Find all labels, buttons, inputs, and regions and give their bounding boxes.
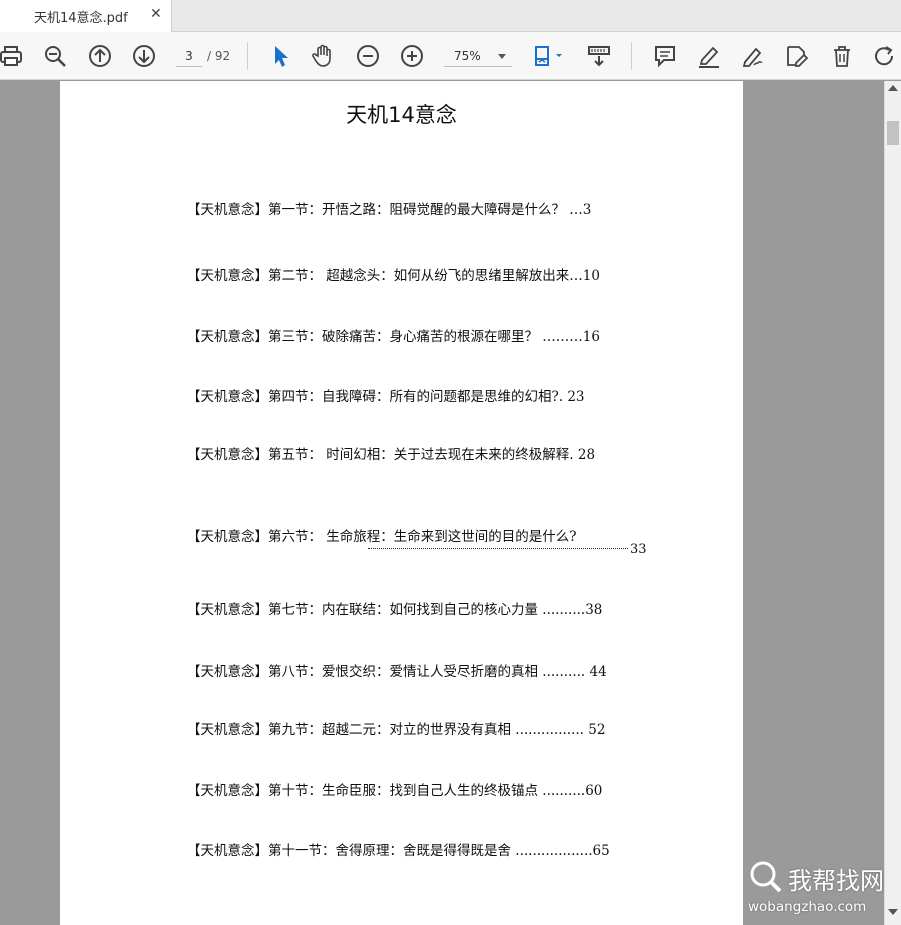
scroll-up-icon[interactable]	[888, 85, 898, 91]
fit-page-icon[interactable]	[530, 43, 566, 69]
toc-page-number: 33	[630, 542, 647, 557]
tab-title: 天机14意念.pdf	[34, 11, 128, 26]
toc-entry: 【天机意念】第六节： 生命旅程：生命来到这世间的目的是什么?	[187, 529, 577, 545]
toc-entry: 【天机意念】第九节：超越二元：对立的世界没有真相 ...............…	[187, 722, 606, 738]
toc-leader-dots	[368, 548, 628, 549]
vertical-scrollbar[interactable]	[884, 81, 901, 925]
watermark: 我帮找网 wobangzhao.com	[744, 855, 884, 925]
toc-entry: 【天机意念】第三节：破除痛苦：身心痛苦的根源在哪里？ ………16	[187, 329, 600, 345]
toc-entry: 【天机意念】第七节：内在联结：如何找到自己的核心力量 ..........38	[187, 602, 603, 618]
edit-icon[interactable]	[784, 43, 810, 69]
prev-page-icon[interactable]	[87, 43, 113, 69]
chevron-down-icon	[498, 54, 506, 59]
page-total: / 92	[207, 49, 231, 63]
rotate-icon[interactable]	[872, 43, 898, 69]
toolbar-divider	[631, 42, 632, 70]
zoom-value: 75%	[454, 49, 481, 63]
zoom-in-icon[interactable]	[399, 43, 425, 69]
toolbar: 3 / 92 75%	[0, 32, 901, 80]
toc-entry: 【天机意念】第一节：开悟之路：阻碍觉醒的最大障碍是什么？ …3	[187, 202, 592, 218]
zoom-select[interactable]: 75%	[444, 45, 512, 67]
select-cursor-icon[interactable]	[267, 43, 293, 69]
toc-entry: 【天机意念】第十节：生命臣服：找到自己人生的终极锚点 ..........60	[187, 783, 603, 799]
toc-entry: 【天机意念】第十一节：舍得原理：舍既是得得既是舍 ...............…	[187, 843, 610, 859]
toolbar-divider	[247, 42, 248, 70]
tab-bar: 天机14意念.pdf ✕	[0, 0, 901, 32]
zoom-out-search-icon[interactable]	[42, 43, 68, 69]
toc-entry: 【天机意念】第八节：爱恨交织：爱情让人受尽折磨的真相 .......... 44	[187, 664, 607, 680]
document-title: 天机14意念	[346, 103, 457, 127]
document-viewer[interactable]: 天机14意念 【天机意念】第一节：开悟之路：阻碍觉醒的最大障碍是什么？ …3 【…	[0, 81, 884, 925]
highlight-icon[interactable]	[696, 43, 722, 69]
watermark-url: wobangzhao.com	[748, 899, 867, 915]
print-icon[interactable]	[0, 43, 24, 69]
document-tab[interactable]: 天机14意念.pdf ✕	[0, 0, 172, 32]
zoom-out-icon[interactable]	[355, 43, 381, 69]
toc-entry: 【天机意念】第二节： 超越念头：如何从纷飞的思绪里解放出来…10	[187, 268, 600, 284]
next-page-icon[interactable]	[131, 43, 157, 69]
delete-icon[interactable]	[829, 43, 855, 69]
scroll-down-icon[interactable]	[888, 909, 898, 915]
toc-entry: 【天机意念】第四节：自我障碍：所有的问题都是思维的幻相?. 23	[187, 389, 585, 405]
scrollbar-thumb[interactable]	[887, 121, 899, 145]
sign-icon[interactable]	[740, 43, 766, 69]
scroll-mode-icon[interactable]	[586, 43, 612, 69]
page-number-input[interactable]: 3	[176, 45, 202, 67]
pdf-page: 天机14意念 【天机意念】第一节：开悟之路：阻碍觉醒的最大障碍是什么？ …3 【…	[60, 81, 743, 925]
comment-icon[interactable]	[652, 43, 678, 69]
close-tab-icon[interactable]: ✕	[150, 6, 162, 22]
watermark-text: 我帮找网	[788, 867, 884, 895]
magnifier-logo-icon	[750, 861, 782, 893]
hand-tool-icon[interactable]	[310, 43, 336, 69]
toc-entry: 【天机意念】第五节： 时间幻相：关于过去现在未来的终极解释. 28	[187, 447, 596, 463]
